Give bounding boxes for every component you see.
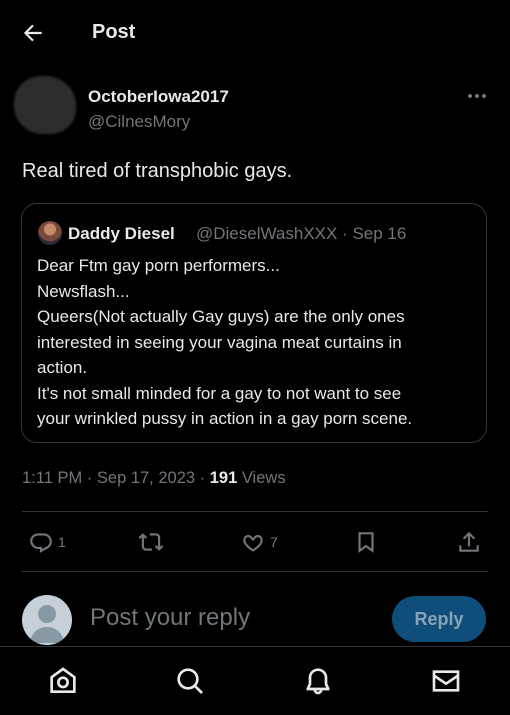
heart-icon [243, 534, 263, 552]
bookmark-action[interactable] [353, 528, 379, 556]
author-handle[interactable]: @CilnesMory [88, 112, 190, 132]
quoted-author-handle: @DieselWashXXX · Sep 16 [196, 224, 407, 243]
quoted-line: Dear Ftm gay porn performers... [37, 256, 280, 275]
share-action[interactable] [456, 528, 482, 556]
quoted-line: action. [37, 358, 88, 377]
page-title: Post [92, 21, 136, 43]
repost-action[interactable] [138, 528, 168, 556]
share-icon [459, 531, 479, 552]
user-avatar[interactable] [22, 595, 72, 645]
quoted-line: interested in seeing your vagina meat cu… [37, 332, 402, 352]
bottom-nav [0, 646, 510, 715]
quoted-line: Queers(Not actually Gay guys) are the on… [37, 307, 405, 326]
author-display-name[interactable]: OctoberIowa2017 [88, 87, 229, 107]
messages-icon[interactable] [430, 665, 462, 697]
repost-icon [138, 533, 164, 551]
post-timestamp[interactable]: 1:11 PM · Sep 17, 2023 · [22, 469, 210, 487]
top-bar: Post [0, 0, 510, 66]
reply-input[interactable]: Post your reply [90, 604, 250, 632]
divider [22, 511, 488, 512]
views-label: Views [237, 469, 286, 487]
quoted-line: your wrinkled pussy in action in a gay p… [37, 409, 413, 428]
reply-icon [30, 533, 52, 553]
post-text: Real tired of transphobic gays. [22, 160, 293, 182]
reply-action[interactable]: 1 [28, 528, 66, 556]
author-avatar[interactable] [14, 76, 76, 134]
bookmark-icon [358, 532, 374, 553]
search-icon[interactable] [174, 665, 206, 697]
more-icon[interactable] [466, 92, 488, 100]
reply-button[interactable]: Reply [392, 596, 486, 642]
quoted-post[interactable]: Daddy Diesel @DieselWashXXX · Sep 16 Dea… [21, 203, 487, 443]
quoted-author-avatar [38, 221, 62, 245]
home-icon[interactable] [47, 665, 79, 697]
like-count: 7 [270, 534, 278, 550]
quoted-line: It's not small minded for a gay to not w… [37, 383, 402, 403]
default-avatar-icon [30, 605, 64, 643]
reply-count: 1 [58, 534, 66, 550]
notifications-icon[interactable] [302, 665, 334, 697]
arrow-left-icon[interactable] [20, 20, 46, 46]
quoted-post-text: Dear Ftm gay porn performers... Newsflas… [37, 253, 477, 432]
divider [22, 571, 488, 572]
views-count: 191 [209, 469, 238, 487]
like-action[interactable]: 7 [240, 528, 278, 556]
quoted-author-name: Daddy Diesel [68, 224, 175, 243]
post-meta: 1:11 PM · Sep 17, 2023 · 191 Views [22, 469, 286, 488]
quoted-line: Newsflash... [37, 281, 130, 301]
